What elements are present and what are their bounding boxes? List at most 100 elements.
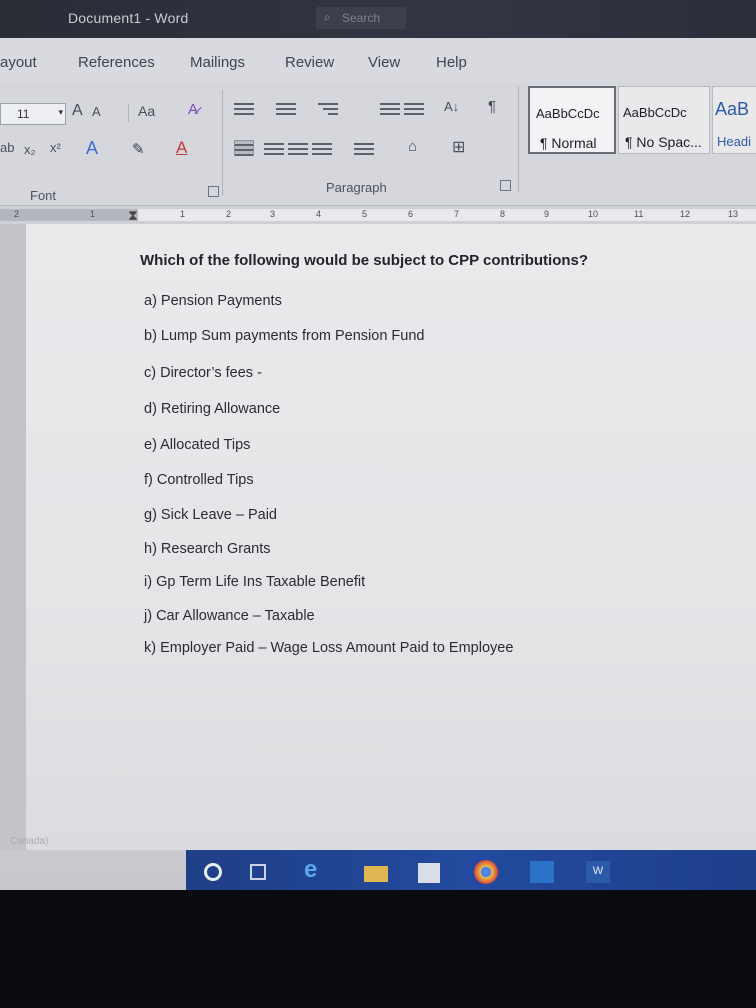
style-name: ¶ No Spac...: [625, 134, 702, 150]
search-placeholder: Search: [342, 11, 381, 25]
decrease-indent-icon[interactable]: [380, 100, 400, 116]
bullets-icon[interactable]: [234, 100, 254, 116]
shading-icon[interactable]: ⌂: [408, 138, 417, 155]
search-icon: ⌕: [324, 10, 331, 24]
outlook-icon[interactable]: [530, 861, 554, 883]
ruler[interactable]: 2 1 1 2 3 4 5 6 7 8 9 10 11 12 13 ⧗: [0, 206, 756, 224]
font-size-dropdown[interactable]: 11 ▾: [0, 103, 66, 125]
shrink-font-button[interactable]: A: [92, 104, 101, 119]
ruler-tick: 13: [728, 209, 739, 219]
align-right-icon[interactable]: [288, 140, 308, 156]
grow-font-button[interactable]: A: [72, 102, 83, 120]
option-j: j) Car Allowance – Taxable: [144, 608, 315, 624]
option-e: e) Allocated Tips: [144, 437, 251, 453]
search-box[interactable]: ⌕ Search: [316, 7, 406, 29]
ruler-tick: 1: [90, 209, 96, 219]
document-gutter: [0, 224, 26, 850]
option-k: k) Employer Paid – Wage Loss Amount Paid…: [144, 640, 514, 656]
ribbon-tabs: ayout References Mailings Review View He…: [0, 38, 756, 82]
line-spacing-icon[interactable]: [354, 140, 374, 156]
style-sample: AaBbCcDc: [623, 105, 687, 120]
edge-icon[interactable]: e: [304, 856, 324, 883]
screen: Document1 - Word ⌕ Search ayout Referenc…: [0, 0, 756, 890]
ruler-tick: 12: [680, 209, 691, 219]
indent-marker-icon[interactable]: ⧗: [128, 207, 138, 224]
style-name: Headi: [717, 134, 751, 149]
ruler-tick: 4: [316, 209, 322, 219]
ruler-tick: 10: [588, 209, 599, 219]
strikethrough-icon[interactable]: ab: [0, 140, 14, 155]
ruler-tick: 1: [180, 209, 186, 219]
highlighter-icon[interactable]: ✎: [132, 140, 145, 158]
file-explorer-icon[interactable]: [364, 866, 388, 882]
option-c: c) Director’s fees -: [144, 365, 262, 381]
align-left-icon[interactable]: [234, 140, 254, 156]
numbering-icon[interactable]: [276, 100, 296, 116]
tab-help[interactable]: Help: [436, 54, 467, 71]
borders-icon[interactable]: ⊞: [452, 137, 465, 157]
ruler-tick: 2: [226, 209, 232, 219]
increase-indent-icon[interactable]: [404, 100, 424, 116]
tab-view[interactable]: View: [368, 54, 400, 71]
option-g: g) Sick Leave – Paid: [144, 507, 277, 523]
window-title: Document1 - Word: [68, 10, 189, 26]
change-case-button[interactable]: Aa: [138, 103, 155, 119]
show-formatting-marks-icon[interactable]: ¶: [488, 98, 496, 115]
option-f: f) Controlled Tips: [144, 472, 254, 488]
tab-references[interactable]: References: [78, 54, 155, 71]
ruler-left-margin: [0, 209, 138, 221]
style-no-spacing[interactable]: AaBbCcDc ¶ No Spac...: [618, 86, 710, 154]
chrome-icon[interactable]: [474, 860, 498, 884]
cortana-circle-icon[interactable]: [204, 863, 222, 881]
ruler-tick: 5: [362, 209, 368, 219]
divider: [222, 90, 223, 196]
task-view-icon[interactable]: [250, 864, 266, 880]
option-d: d) Retiring Allowance: [144, 401, 281, 417]
ruler-tick: 11: [634, 209, 644, 219]
ruler-tick: 7: [454, 209, 460, 219]
tab-review[interactable]: Review: [285, 54, 334, 71]
style-heading[interactable]: AaB Headi: [712, 86, 756, 154]
monitor-bezel: [0, 890, 756, 1008]
ruler-tick: 2: [14, 209, 20, 219]
option-h: h) Research Grants: [144, 541, 271, 557]
multilevel-list-icon[interactable]: [318, 100, 338, 116]
divider: [128, 104, 129, 122]
clear-formatting-icon[interactable]: A̷: [188, 101, 198, 118]
ruler-tick: 8: [500, 209, 506, 219]
sort-icon[interactable]: A↓: [444, 99, 459, 114]
option-a: a) Pension Payments: [144, 293, 282, 309]
style-normal[interactable]: AaBbCcDc ¶ Normal: [528, 86, 616, 154]
status-language: Canada): [10, 836, 49, 847]
ribbon: 11 ▾ A A Aa A̷ ab x₂ x² A ✎ A Font A↓ ¶ …: [0, 82, 756, 206]
document-page[interactable]: Which of the following would be subject …: [26, 224, 756, 850]
superscript-icon[interactable]: x²: [50, 140, 61, 155]
style-sample: AaB: [715, 99, 750, 119]
store-icon[interactable]: [418, 863, 440, 883]
justify-icon[interactable]: [312, 140, 332, 156]
question-text: Which of the following would be subject …: [140, 252, 589, 269]
font-group-label: Font: [30, 188, 57, 203]
divider: [518, 86, 519, 192]
option-i: i) Gp Term Life Ins Taxable Benefit: [144, 574, 366, 590]
paragraph-group-label: Paragraph: [326, 180, 387, 195]
font-size-value: 11: [17, 107, 30, 121]
taskbar: e W: [186, 850, 756, 890]
chevron-down-icon: ▾: [58, 107, 63, 117]
paragraph-dialog-launcher-icon[interactable]: [500, 180, 511, 191]
style-sample: AaBbCcDc: [536, 106, 600, 121]
ruler-tick: 3: [270, 209, 276, 219]
ruler-tick: 9: [544, 209, 550, 219]
option-b: b) Lump Sum payments from Pension Fund: [144, 328, 425, 344]
tab-layout[interactable]: ayout: [0, 54, 37, 71]
tab-mailings[interactable]: Mailings: [190, 54, 245, 71]
text-effects-icon[interactable]: A: [86, 138, 98, 159]
font-color-icon[interactable]: A: [176, 138, 187, 158]
style-name: ¶ Normal: [540, 135, 597, 151]
ruler-tick: 6: [408, 209, 414, 219]
title-bar: Document1 - Word ⌕ Search: [0, 0, 756, 38]
font-dialog-launcher-icon[interactable]: [208, 186, 219, 197]
subscript-icon[interactable]: x₂: [24, 142, 36, 157]
align-center-icon[interactable]: [264, 140, 284, 156]
word-icon[interactable]: W: [586, 861, 610, 883]
